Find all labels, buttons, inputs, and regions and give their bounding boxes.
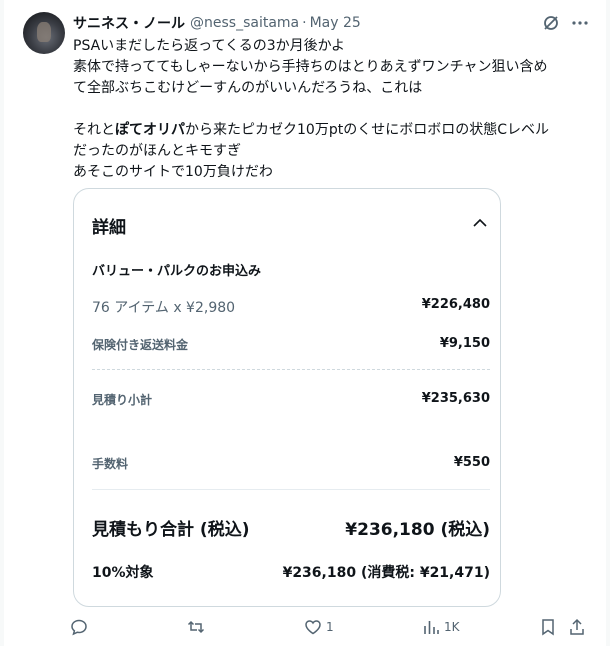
chevron-up-icon[interactable] (472, 215, 488, 231)
text-segment: から来たピカゼク10万ptのくせにボロボロの状態Cレベル (185, 122, 549, 138)
bookmark-icon (542, 619, 554, 636)
post: サニネス・ノール @ness_saitama · May 25 PSAいまだした… (4, 0, 606, 646)
divider (92, 369, 490, 370)
separator: · (302, 15, 307, 31)
repost-button[interactable] (187, 618, 209, 636)
items-row: 76 アイテム x ¥2,980 ¥226,480 (92, 297, 490, 317)
subtotal-label: 見積り小計 (92, 393, 153, 407)
reply-icon (71, 619, 87, 636)
like-count: 1 (326, 620, 334, 634)
user-handle[interactable]: @ness_saitama (190, 15, 299, 31)
post-line: て全部ぶちこむけどーすんのがいいんだろうね、これは (73, 80, 423, 96)
total-label: 見積もり合計 (税込) (92, 520, 250, 540)
total-value: ¥236,180 (税込) (345, 520, 490, 540)
views-icon (424, 621, 439, 634)
avatar[interactable] (23, 12, 65, 54)
section-title: バリュー・パルクのお申込み (92, 264, 262, 279)
tax-label: 10%対象 (92, 565, 154, 581)
heart-icon (305, 620, 321, 635)
post-line: あそこのサイトで10万負けだわ (73, 164, 273, 180)
action-bar: 1 1K (4, 618, 606, 642)
bookmark-button[interactable] (539, 618, 557, 636)
share-icon (570, 618, 584, 635)
card-title: 詳細 (92, 218, 126, 238)
post-line: PSAいまだしたら返ってくるの3か月後かよ (73, 38, 345, 54)
grok-icon[interactable] (541, 13, 561, 33)
fee-value: ¥550 (453, 455, 490, 470)
order-details-card: 詳細 バリュー・パルクのお申込み 76 アイテム x ¥2,980 ¥226,4… (73, 188, 501, 607)
post-line: だったのがほんとキモすぎ (73, 143, 241, 159)
post-date[interactable]: May 25 (310, 15, 361, 31)
tax-value: ¥236,180 (消費税: ¥21,471) (282, 565, 490, 581)
post-text: PSAいまだしたら返ってくるの3か月後かよ 素体で持っててもしゃーないから手持ち… (73, 36, 593, 183)
text-segment: それと (73, 122, 115, 138)
more-options-icon[interactable] (570, 13, 590, 33)
views-count: 1K (444, 620, 460, 634)
bold-text: ぽてオリパ (115, 122, 185, 138)
display-name[interactable]: サニネス・ノール (73, 13, 185, 33)
share-button[interactable] (568, 618, 586, 636)
items-value: ¥226,480 (421, 297, 490, 312)
items-label: 76 アイテム x ¥2,980 (92, 300, 236, 316)
post-line: 素体で持っててもしゃーないから手持ちのはとりあえずワンチャン狙い含め (73, 59, 548, 75)
views-button[interactable]: 1K (422, 618, 460, 636)
shipping-label: 保険付き返送料金 (92, 338, 189, 352)
divider (92, 489, 490, 490)
post-header: サニネス・ノール @ness_saitama · May 25 (73, 13, 543, 33)
fee-row: 手数料 ¥550 (92, 455, 490, 472)
post-line: それとぽてオリパから来たピカゼク10万ptのくせにボロボロの状態Cレベル (73, 120, 593, 141)
subtotal-row: 見積り小計 ¥235,630 (92, 391, 490, 408)
repost-icon (187, 620, 205, 634)
like-button[interactable]: 1 (304, 618, 334, 636)
shipping-value: ¥9,150 (439, 336, 490, 351)
shipping-row: 保険付き返送料金 ¥9,150 (92, 336, 490, 353)
subtotal-value: ¥235,630 (421, 391, 490, 406)
reply-button[interactable] (70, 618, 92, 636)
fee-label: 手数料 (92, 457, 129, 471)
total-row: 見積もり合計 (税込) ¥236,180 (税込) (92, 515, 490, 540)
tax-row: 10%対象 ¥236,180 (消費税: ¥21,471) (92, 562, 490, 582)
